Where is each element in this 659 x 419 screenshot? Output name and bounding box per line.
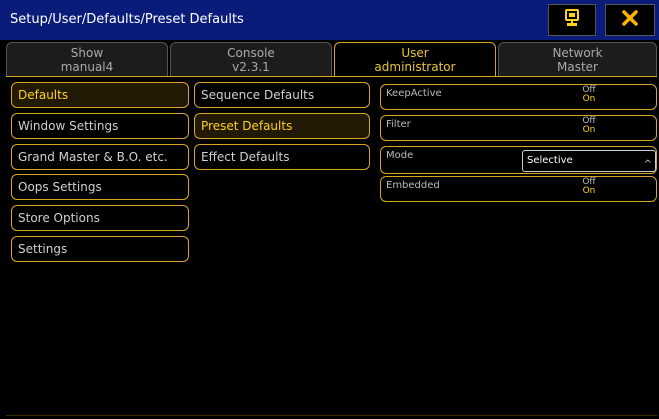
tab-console-name: Console xyxy=(227,46,275,60)
menu-item-label: Settings xyxy=(18,242,68,256)
title-bar: Setup/User/Defaults/Preset Defaults xyxy=(0,0,659,40)
mode-select[interactable]: Selective ^ xyxy=(522,150,656,172)
tab-network-value: Master xyxy=(557,60,598,74)
menu-item-store-options[interactable]: Store Options xyxy=(11,205,189,231)
menu-item-label: Window Settings xyxy=(18,119,119,133)
tab-console-value: v2.3.1 xyxy=(232,60,270,74)
tab-user[interactable]: User administrator xyxy=(334,42,496,76)
menu-item-preset-defaults[interactable]: Preset Defaults xyxy=(194,113,370,139)
menu-item-label: Store Options xyxy=(18,211,100,225)
keepactive-on: On xyxy=(582,94,596,104)
tab-network-name: Network xyxy=(552,46,603,60)
mode-select-value: Selective xyxy=(527,155,573,166)
keepactive-toggle[interactable]: KeepActive Off On xyxy=(380,84,657,110)
tab-network[interactable]: Network Master xyxy=(498,42,657,76)
close-icon xyxy=(622,10,638,30)
bottom-border xyxy=(6,415,657,416)
menu-item-oops-settings[interactable]: Oops Settings xyxy=(11,174,189,200)
tab-user-name: User xyxy=(401,46,429,60)
menu-item-settings[interactable]: Settings xyxy=(11,236,189,262)
monitor-icon xyxy=(565,9,579,31)
menu-item-window-settings[interactable]: Window Settings xyxy=(11,113,189,139)
menu-item-defaults[interactable]: Defaults xyxy=(11,82,189,108)
tab-bar: Show manual4 Console v2.3.1 User adminis… xyxy=(6,42,657,76)
embedded-on: On xyxy=(582,186,596,196)
tab-show-name: Show xyxy=(70,46,104,60)
monitor-button[interactable] xyxy=(548,4,596,36)
keepactive-values: Off On xyxy=(579,86,599,104)
tab-console[interactable]: Console v2.3.1 xyxy=(170,42,332,76)
tab-show[interactable]: Show manual4 xyxy=(6,42,168,76)
menu-item-label: Grand Master & B.O. etc. xyxy=(18,150,168,164)
tab-user-value: administrator xyxy=(374,60,456,74)
window-title: Setup/User/Defaults/Preset Defaults xyxy=(10,12,244,27)
menu-item-label: Preset Defaults xyxy=(201,119,293,133)
filter-label: Filter xyxy=(386,119,411,130)
mode-field: Mode Selective ^ xyxy=(380,146,657,174)
menu-item-label: Defaults xyxy=(18,88,69,102)
filter-values: Off On xyxy=(579,117,599,135)
menu-item-label: Effect Defaults xyxy=(201,150,290,164)
filter-on: On xyxy=(582,125,596,135)
menu-item-effect-defaults[interactable]: Effect Defaults xyxy=(194,144,370,170)
filter-toggle[interactable]: Filter Off On xyxy=(380,115,657,141)
chevron-up-icon: ^ xyxy=(643,159,652,170)
embedded-label: Embedded xyxy=(386,180,440,191)
embedded-values: Off On xyxy=(579,178,599,196)
close-button[interactable] xyxy=(605,4,655,36)
tab-show-value: manual4 xyxy=(60,60,114,74)
embedded-toggle[interactable]: Embedded Off On xyxy=(380,176,657,202)
mode-label: Mode xyxy=(386,150,414,161)
menu-item-label: Sequence Defaults xyxy=(201,88,315,102)
tab-underline xyxy=(6,76,657,77)
keepactive-label: KeepActive xyxy=(386,88,442,99)
menu-item-grand-master[interactable]: Grand Master & B.O. etc. xyxy=(11,144,189,170)
menu-item-label: Oops Settings xyxy=(18,180,102,194)
menu-item-sequence-defaults[interactable]: Sequence Defaults xyxy=(194,82,370,108)
